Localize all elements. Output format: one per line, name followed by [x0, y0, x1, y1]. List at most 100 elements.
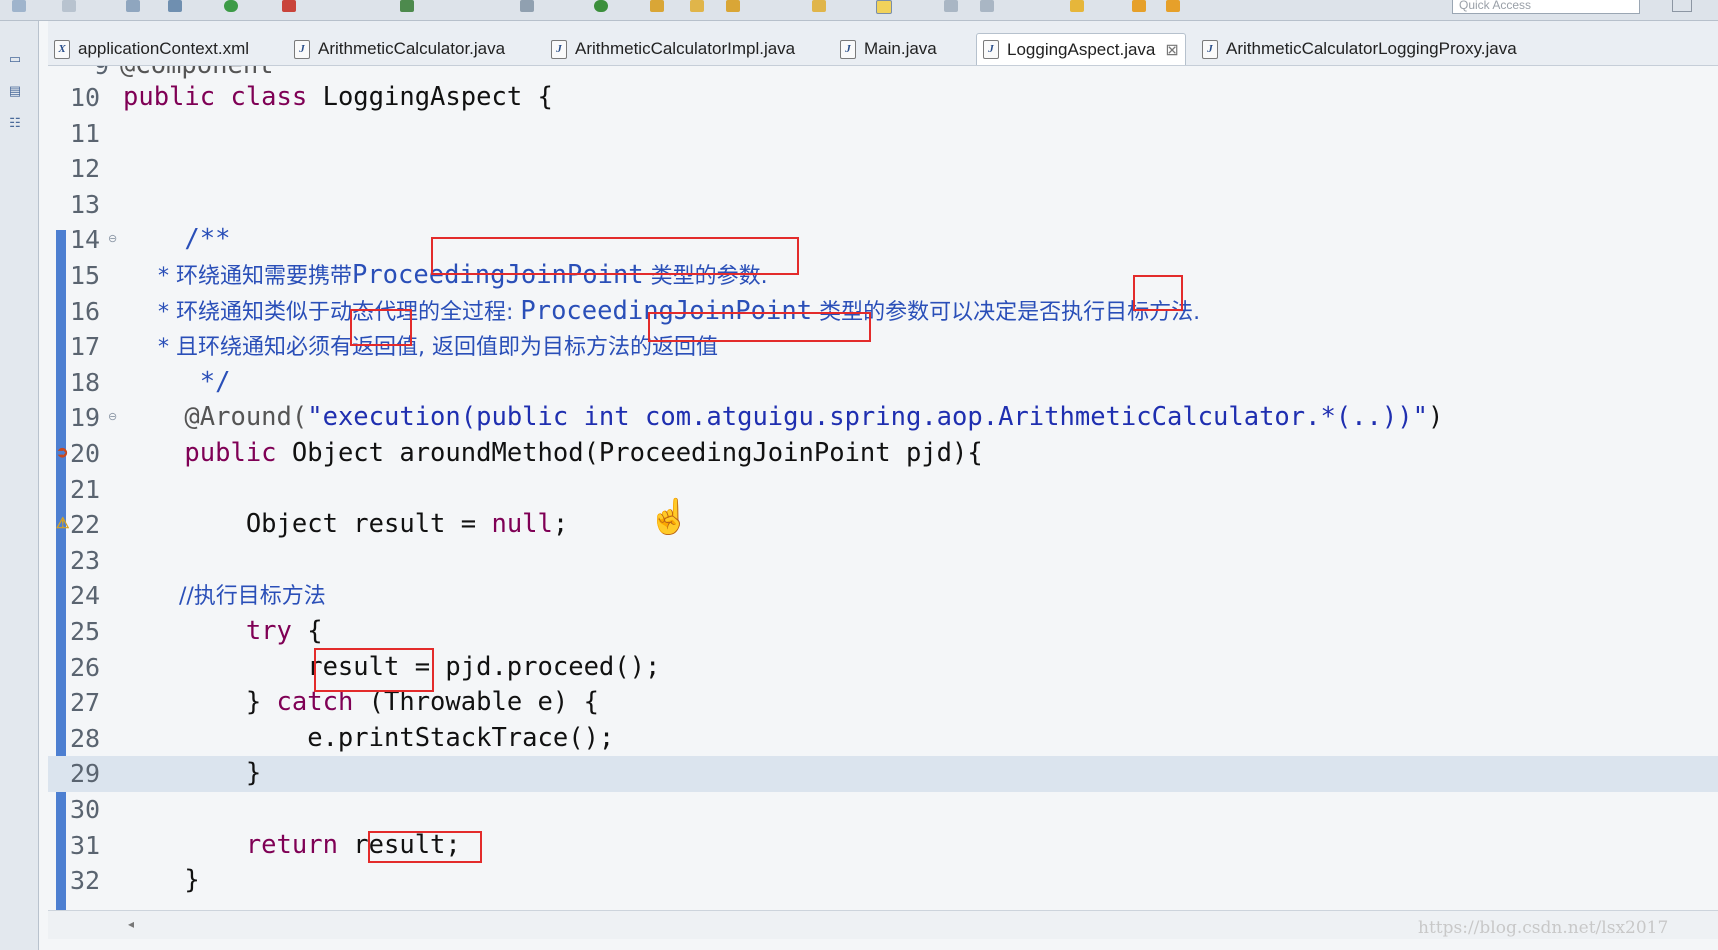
current-code-line: 29 } — [48, 756, 1718, 792]
code-line: 21 — [48, 472, 1718, 508]
line-number: 18 — [70, 367, 101, 397]
code-line: 23 — [48, 543, 1718, 579]
tab-label: ArithmeticCalculatorImpl.java — [575, 39, 796, 58]
code-line: 26 result = pjd.proceed(); — [48, 650, 1718, 686]
external-tools-icon[interactable] — [400, 0, 414, 12]
toggle-mark-icon[interactable] — [944, 0, 958, 12]
keyword-token: catch — [276, 687, 354, 718]
code-token: Object aroundMethod(ProceedingJoinPoint … — [276, 438, 983, 468]
edit-pencil-icon[interactable] — [876, 0, 892, 14]
keyword-token: try — [123, 616, 292, 646]
open-type-icon[interactable] — [650, 0, 664, 12]
quick-access-input[interactable]: Quick Access — [1452, 0, 1640, 14]
tab-arithmeticcalculatorimpl-java[interactable]: J ArithmeticCalculatorImpl.java — [545, 33, 801, 65]
close-icon[interactable]: ⊠ — [1165, 40, 1178, 60]
run-icon[interactable] — [224, 0, 238, 12]
tab-loggingaspect-java[interactable]: J LoggingAspect.java ⊠ — [976, 33, 1186, 65]
line-number: 15 — [70, 261, 101, 290]
line-number: 23 — [70, 545, 101, 575]
fold-toggle-icon[interactable]: ⊖ — [108, 412, 118, 423]
stop-icon[interactable] — [282, 0, 296, 12]
code-line: 27 } catch (Throwable e) { — [48, 685, 1718, 721]
comment-token: * 且环绕通知必须有返回值, 返回值即为目标方法的返回值 — [123, 335, 718, 361]
line-number: 17 — [70, 332, 101, 362]
outline-icon[interactable]: ☷ — [7, 115, 23, 131]
code-line: ➲ 20 public Object aroundMethod(Proceedi… — [48, 436, 1718, 472]
code-text: public class LoggingAspect { — [123, 80, 553, 116]
line-number: 26 — [70, 652, 101, 682]
code-line: 15 * 环绕通知需要携带ProceedingJoinPoint 类型的参数. — [48, 258, 1718, 294]
tab-main-java[interactable]: J Main.java — [834, 33, 943, 65]
warning-marker-icon[interactable]: ⚠ — [56, 515, 70, 533]
code-token: { — [291, 616, 323, 646]
watermark: https://blog.csdn.net/lsx2017 — [1418, 918, 1669, 938]
open-folder-icon[interactable] — [690, 0, 704, 12]
code-line: 11 — [48, 116, 1718, 152]
code-text: Object result = null; — [123, 507, 568, 543]
left-trim-bar: ▭ ▤ ☷ — [0, 21, 39, 950]
java-file-icon: J — [1202, 39, 1218, 59]
java-file-icon: J — [551, 39, 567, 59]
java-file-icon: J — [983, 40, 999, 59]
tab-label: ArithmeticCalculatorLoggingProxy.java — [1226, 39, 1517, 58]
code-line: 13 — [48, 187, 1718, 223]
debug-icon[interactable] — [168, 0, 182, 12]
show-whitespace-icon[interactable] — [980, 0, 994, 12]
line-number: 13 — [70, 189, 101, 219]
package-explorer-icon[interactable]: ▤ — [7, 83, 23, 99]
line-number: 29 — [70, 759, 101, 789]
line-number: 30 — [70, 795, 101, 824]
forward-icon[interactable] — [1166, 0, 1180, 12]
tab-applicationcontext-xml[interactable]: X applicationContext.xml — [48, 33, 255, 65]
new-file-icon[interactable] — [12, 0, 26, 12]
line-number: 25 — [70, 617, 101, 646]
java-file-icon: J — [294, 39, 310, 59]
comment-token: * 环绕通知类似于动态代理的全过程: — [123, 299, 521, 325]
code-line: 31 return result; — [48, 828, 1718, 864]
scroll-left-icon[interactable]: ◂ — [128, 917, 134, 931]
comment-token: ProceedingJoinPoint — [351, 260, 644, 290]
override-marker-icon[interactable]: ➲ — [56, 444, 70, 462]
open-task-icon[interactable] — [726, 0, 740, 12]
code-text: result = pjd.proceed(); — [123, 651, 661, 682]
code-token: ) — [1427, 402, 1444, 433]
code-line: 32 } — [48, 863, 1718, 899]
restore-icon[interactable]: ▭ — [7, 51, 23, 67]
code-line: 17 * 且环绕通知必须有返回值, 返回值即为目标方法的返回值 — [48, 329, 1718, 365]
line-number: 14 — [70, 225, 101, 255]
back-icon[interactable] — [1132, 0, 1146, 12]
code-line: 10 public class LoggingAspect { — [48, 80, 1718, 116]
keyword-token: return — [123, 829, 338, 860]
keyword-token: public class — [123, 82, 308, 112]
code-token: ; — [552, 509, 569, 540]
fold-toggle-icon[interactable]: ⊖ — [108, 234, 118, 245]
print-icon[interactable] — [126, 0, 140, 12]
xml-file-icon: X — [54, 39, 70, 59]
perspective-icon[interactable] — [1672, 0, 1692, 12]
code-text: /** — [123, 224, 231, 255]
tab-label: LoggingAspect.java — [1007, 39, 1156, 59]
line-number: 24 — [70, 581, 101, 611]
tab-label: applicationContext.xml — [78, 39, 250, 58]
code-text: public Object aroundMethod(ProceedingJoi… — [123, 436, 983, 472]
code-token: (Throwable e) { — [353, 687, 599, 718]
line-number: 10 — [70, 83, 101, 112]
code-text: * 环绕通知需要携带ProceedingJoinPoint 类型的参数. — [123, 258, 768, 295]
tab-arithmeticcalculator-java[interactable]: J ArithmeticCalculator.java — [288, 33, 511, 65]
main-toolbar: Quick Access — [0, 0, 1718, 21]
code-text: e.printStackTrace(); — [123, 722, 615, 753]
annotation-icon[interactable] — [812, 0, 826, 12]
code-text: */ — [123, 366, 231, 397]
code-editor[interactable]: 9 @Component 10 public class LoggingAspe… — [48, 66, 1718, 910]
search-icon[interactable] — [520, 0, 534, 12]
line-number: 28 — [70, 723, 101, 753]
line-number: 20 — [70, 439, 101, 468]
tab-arithmeticcalculatorloggingproxy-java[interactable]: J ArithmeticCalculatorLoggingProxy.java — [1196, 33, 1523, 65]
string-token: "execution(public int com.atguigu.spring… — [307, 402, 1428, 433]
comment-token: //执行目标方法 — [123, 584, 326, 610]
save-icon[interactable] — [62, 0, 76, 12]
code-line: ⚠ 22 Object result = null; — [48, 507, 1718, 543]
comment-token: 类型的参数可以决定是否执行目标方法. — [812, 299, 1201, 325]
refresh-icon[interactable] — [594, 0, 608, 12]
next-annotation-icon[interactable] — [1070, 0, 1084, 12]
